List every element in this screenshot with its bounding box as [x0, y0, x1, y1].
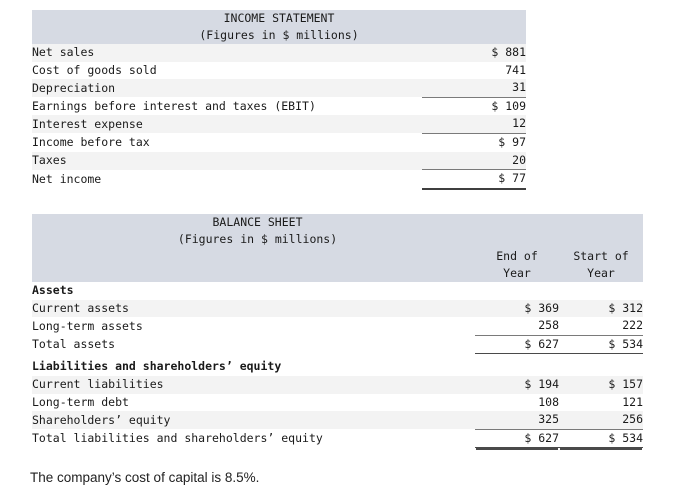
row-label: Current liabilities — [32, 375, 475, 394]
row-value: 20 — [422, 151, 526, 170]
column-header-end-of-year-line2: Year — [475, 265, 559, 282]
income-statement-title: INCOME STATEMENT — [32, 10, 526, 27]
row-label: Long-term debt — [32, 393, 475, 412]
table-row: Cost of goods sold 741 — [32, 61, 526, 80]
row-value-end-of-year: 325 — [475, 411, 559, 430]
balance-sheet-subtitle: (Figures in $ millions) — [32, 231, 644, 248]
table-row-subtotal: Earnings before interest and taxes (EBIT… — [32, 96, 526, 116]
row-label: Long-term assets — [32, 317, 475, 336]
row-value-end-of-year: $ 194 — [475, 375, 559, 394]
row-value-start-of-year: $ 534 — [559, 428, 644, 449]
column-header-start-of-year: Start of — [559, 248, 644, 265]
row-value-end-of-year: 108 — [475, 393, 559, 412]
row-label: Total liabilities and shareholders’ equi… — [32, 429, 475, 448]
income-statement-subtitle-row: (Figures in $ millions) — [32, 27, 526, 44]
row-value: $ 109 — [422, 96, 526, 116]
row-value: 12 — [422, 115, 526, 134]
row-label: Cost of goods sold — [32, 61, 422, 80]
row-label: Interest expense — [32, 115, 422, 134]
section-label: Liabilities and shareholders’ equity — [32, 358, 475, 376]
row-value-start-of-year: $ 157 — [559, 375, 644, 394]
row-label: Net sales — [32, 44, 422, 62]
column-header-start-of-year-line2: Year — [559, 265, 644, 282]
table-row: Shareholders’ equity 325 256 — [32, 411, 644, 430]
income-statement-title-row: INCOME STATEMENT — [32, 10, 526, 27]
row-label: Earnings before interest and taxes (EBIT… — [32, 97, 422, 116]
row-value-end-of-year: 258 — [475, 317, 559, 336]
cost-of-capital-note: The company’s cost of capital is 8.5%. — [30, 470, 260, 485]
row-value-end-of-year: $ 627 — [475, 428, 559, 449]
income-statement-subtitle: (Figures in $ millions) — [32, 27, 526, 44]
table-row: Net sales $ 881 — [32, 44, 526, 62]
row-value: 741 — [422, 61, 526, 80]
row-label: Current assets — [32, 299, 475, 318]
row-label: Shareholders’ equity — [32, 411, 475, 430]
row-value: 31 — [422, 79, 526, 98]
balance-sheet-colheader-row-1: End of Start of — [32, 248, 644, 265]
balance-sheet-table: BALANCE SHEET (Figures in $ millions) En… — [32, 214, 644, 449]
section-header-assets: Assets — [32, 282, 644, 300]
table-row: Long-term debt 108 121 — [32, 393, 644, 412]
table-row: Depreciation 31 — [32, 79, 526, 98]
row-label: Total assets — [32, 335, 475, 354]
row-value-end-of-year: $ 627 — [475, 334, 559, 355]
row-value: $ 881 — [422, 44, 526, 62]
row-value-start-of-year: 256 — [559, 411, 644, 430]
section-header-liabilities: Liabilities and shareholders’ equity — [32, 358, 644, 376]
table-row: Current liabilities $ 194 $ 157 — [32, 375, 644, 394]
row-label: Net income — [32, 169, 422, 189]
balance-sheet-colheader-row-2: Year Year — [32, 265, 644, 282]
row-value-start-of-year: 121 — [559, 393, 644, 412]
section-label: Assets — [32, 282, 475, 300]
table-row: Interest expense 12 — [32, 115, 526, 134]
financial-statements-document: INCOME STATEMENT (Figures in $ millions)… — [0, 0, 700, 503]
balance-sheet-title-row: BALANCE SHEET — [32, 214, 644, 231]
row-value-end-of-year: $ 369 — [475, 299, 559, 318]
balance-sheet-subtitle-row: (Figures in $ millions) — [32, 231, 644, 248]
table-row-total-liabilities: Total liabilities and shareholders’ equi… — [32, 428, 644, 449]
table-row: Long-term assets 258 222 — [32, 317, 644, 336]
row-label: Depreciation — [32, 79, 422, 98]
row-value-start-of-year: $ 312 — [559, 299, 644, 318]
balance-sheet-title: BALANCE SHEET — [32, 214, 644, 231]
table-row: Taxes 20 — [32, 151, 526, 170]
table-row-total: Net income $ 77 — [32, 169, 526, 190]
column-header-end-of-year: End of — [475, 248, 559, 265]
row-value-start-of-year: $ 534 — [559, 334, 644, 355]
table-row: Current assets $ 369 $ 312 — [32, 299, 644, 318]
row-value-start-of-year: 222 — [559, 317, 644, 336]
row-label: Income before tax — [32, 133, 422, 152]
table-row-subtotal: Income before tax $ 97 — [32, 132, 526, 152]
income-statement-table: INCOME STATEMENT (Figures in $ millions)… — [32, 10, 526, 190]
table-row-total-assets: Total assets $ 627 $ 534 — [32, 334, 644, 355]
row-value: $ 77 — [422, 169, 526, 190]
row-value: $ 97 — [422, 132, 526, 152]
row-label: Taxes — [32, 151, 422, 170]
